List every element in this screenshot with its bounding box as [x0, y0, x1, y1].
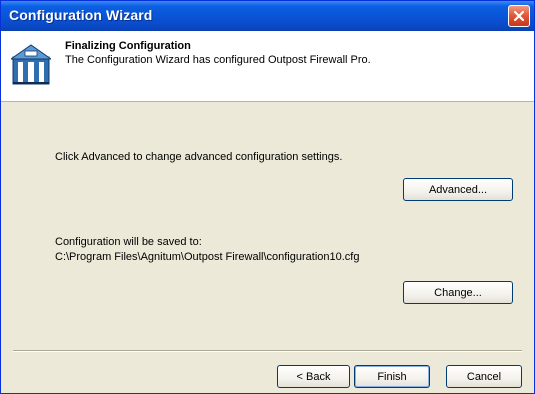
- close-button[interactable]: [508, 5, 530, 27]
- title-bar[interactable]: Configuration Wizard: [1, 1, 534, 31]
- firewall-tower-icon: [11, 44, 51, 85]
- header-subtitle: The Configuration Wizard has configured …: [65, 54, 371, 66]
- header-title: Finalizing Configuration: [65, 40, 191, 52]
- wizard-header: Finalizing Configuration The Configurati…: [1, 31, 534, 102]
- finish-button[interactable]: Finish: [354, 365, 430, 388]
- cancel-button[interactable]: Cancel: [446, 365, 522, 388]
- change-button[interactable]: Change...: [403, 281, 513, 304]
- advanced-description: Click Advanced to change advanced config…: [55, 151, 343, 163]
- footer-divider: [13, 350, 522, 352]
- window-title: Configuration Wizard: [9, 7, 153, 23]
- configuration-wizard-window: Configuration Wizard Finalizing Configur…: [0, 0, 535, 394]
- advanced-button[interactable]: Advanced...: [403, 178, 513, 201]
- close-icon: [513, 10, 525, 22]
- save-location-path: C:\Program Files\Agnitum\Outpost Firewal…: [55, 251, 360, 263]
- back-button[interactable]: < Back: [277, 365, 350, 388]
- save-location-label: Configuration will be saved to:: [55, 236, 202, 248]
